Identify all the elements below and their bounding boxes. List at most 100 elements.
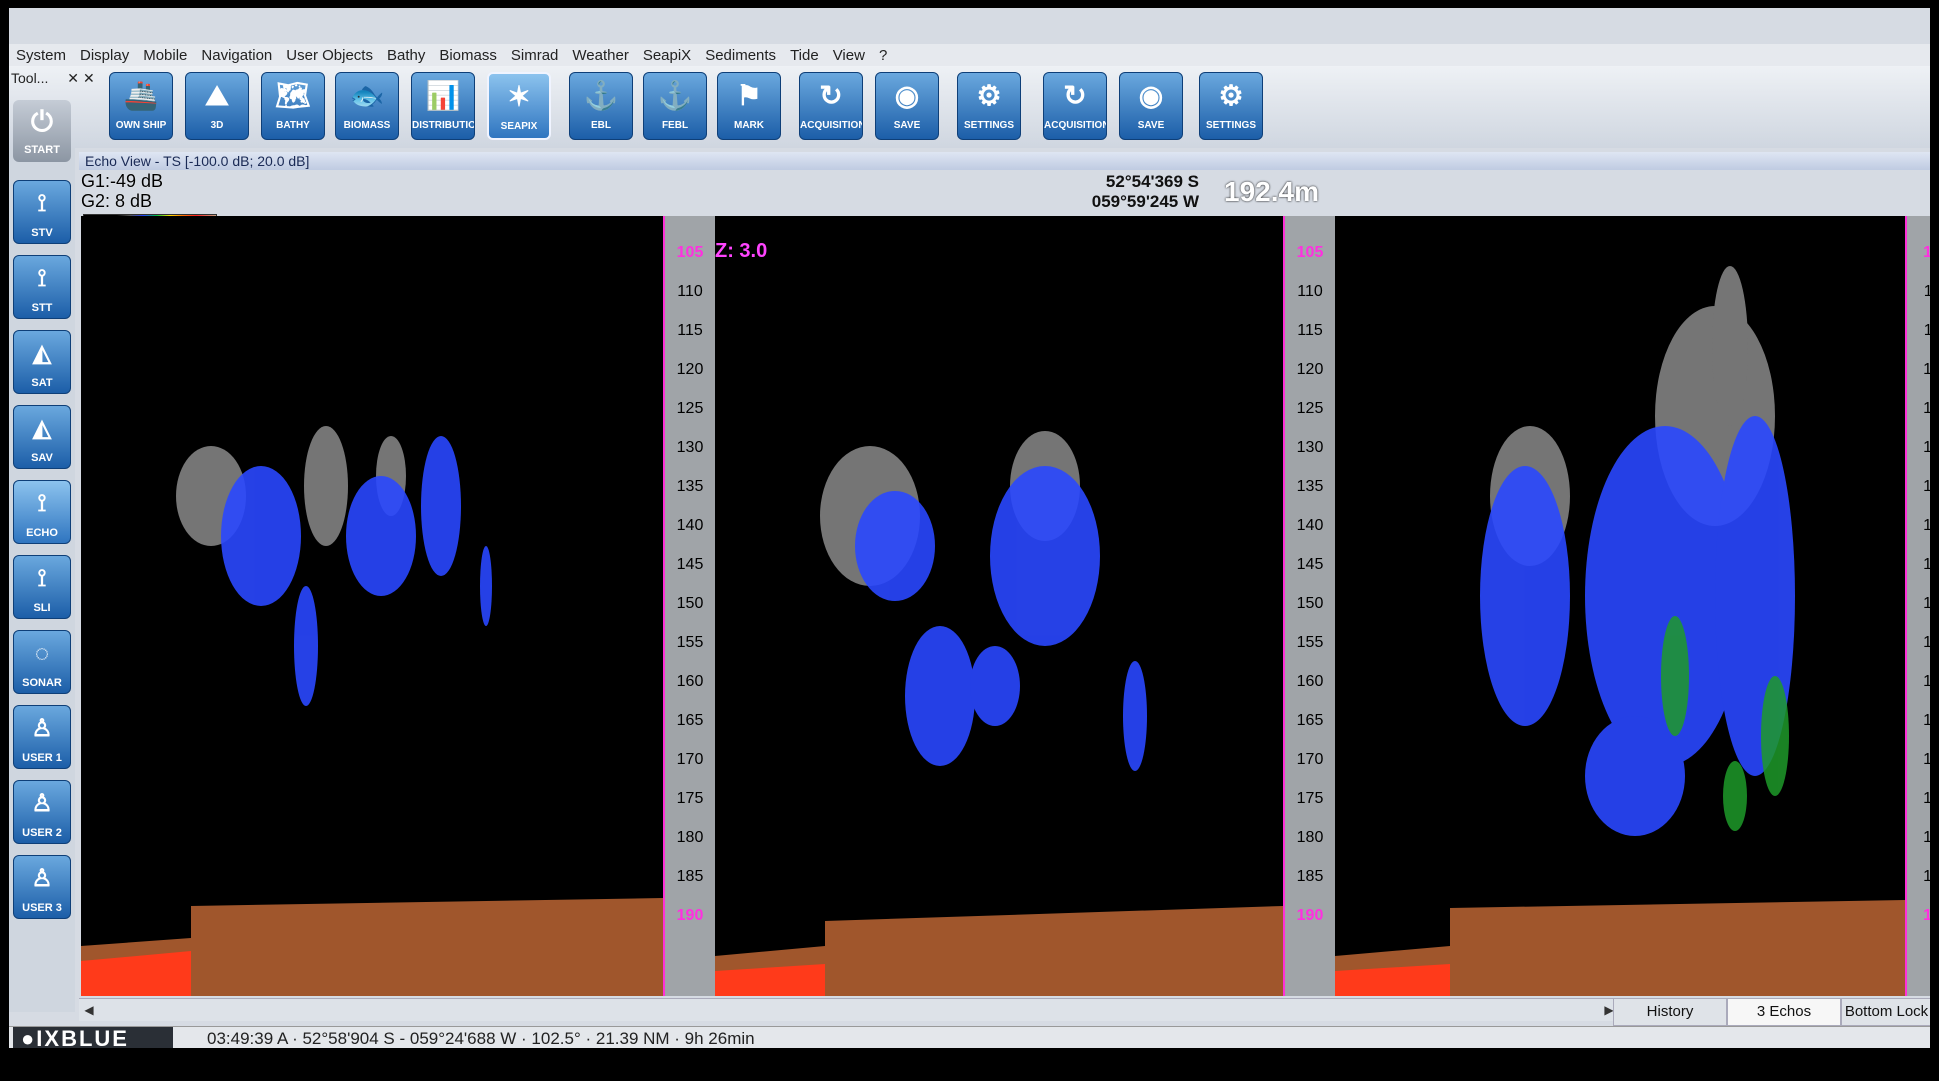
echogram-panel-1[interactable] [81,216,663,996]
3d-icon: ⛰ [205,80,229,111]
sidebar-item-sat[interactable]: ◭ SAT [13,330,71,394]
tab-3-echos[interactable]: 3 Echos [1727,998,1841,1026]
depth-tick: 190 [676,907,704,924]
menu-view[interactable]: View [826,47,872,64]
depth-tick: 130 [1296,439,1324,456]
depth-tick: 170 [1296,751,1324,768]
toolbox-close-icon[interactable]: ✕ [67,70,79,88]
distribution-label: DISTRIBUTION [412,120,474,131]
menu-user-objects[interactable]: User Objects [279,47,380,64]
3d-button[interactable]: ⛰ 3D [185,72,249,140]
menu-weather[interactable]: Weather [565,47,635,64]
sidebar-item-sonar[interactable]: ◌ SONAR [13,630,71,694]
settings-2-label: SETTINGS [1205,120,1256,131]
sidebar-item-sli[interactable]: ⟟ SLI [13,555,71,619]
user2-icon: ♙ [31,790,53,817]
depth-scale-2: 105 110 115 120 125 130 135 140 145 150 155 160 165 1… [1285,216,1335,996]
depth-tick: 16 [1923,712,1930,729]
cursor-latitude: 52°54'369 S [1105,172,1199,191]
depth-tick: 14 [1923,517,1930,534]
save-1-icon: ◉ [894,80,920,111]
menu-navigation[interactable]: Navigation [194,47,279,64]
sidebar-item-user1[interactable]: ♙ USER 1 [13,705,71,769]
menu-sediments[interactable]: Sediments [698,47,783,64]
tab-history[interactable]: History [1613,998,1727,1026]
save-2-button[interactable]: ◉ SAVE [1119,72,1183,140]
start-button[interactable]: ⏻ START [13,100,71,162]
acquisition-2-label: ACQUISITION [1044,120,1107,131]
menu-mobile[interactable]: Mobile [136,47,194,64]
depth-tick: 185 [1296,868,1324,885]
depth-tick: 135 [676,478,704,495]
echogram-panel-2[interactable] [715,216,1283,996]
settings-2-button[interactable]: ⚙ SETTINGS [1199,72,1263,140]
echogram-3-image [1335,266,1905,996]
depth-tick: 165 [676,712,704,729]
toolbox-header: Tool... ✕ [9,70,81,88]
echo-view-title: Echo View - TS [-100.0 dB; 20.0 dB] [79,152,1930,170]
seapix-icon: ✶ [507,81,531,112]
febl-icon: ⚓ [657,80,693,111]
menu-help[interactable]: ? [872,47,894,64]
stt-icon: ⟟ [37,265,47,292]
user1-icon: ♙ [31,715,53,742]
menu-bathy[interactable]: Bathy [380,47,432,64]
depth-tick: 12 [1923,400,1930,417]
distribution-button[interactable]: 📊 DISTRIBUTION [411,72,475,140]
depth-tick: 17 [1923,751,1930,768]
sidebar-item-user3[interactable]: ♙ USER 3 [13,855,71,919]
user3-icon: ♙ [31,865,53,892]
depth-tick: 165 [1296,712,1324,729]
ixblue-logo: ●IXBLUE [13,1027,173,1048]
depth-tick: 13 [1923,439,1930,456]
power-icon: ⏻ [30,106,54,137]
sidebar-item-sav[interactable]: ◭ SAV [13,405,71,469]
sidebar-item-stv[interactable]: ⟟ STV [13,180,71,244]
scroll-left-icon[interactable]: ◀ [79,999,99,1021]
ebl-button[interactable]: ⚓ EBL [569,72,633,140]
febl-button[interactable]: ⚓ FEBL [643,72,707,140]
gain-g1: G1:-49 dB [81,171,164,191]
seapix-button[interactable]: ✶ SEAPIX [487,72,551,140]
distribution-icon: 📊 [425,80,461,111]
echogram-panel-3[interactable] [1335,216,1905,996]
bathy-button[interactable]: 🗺 BATHY [261,72,325,140]
depth-tick: 175 [676,790,704,807]
depth-tick: 115 [677,322,703,339]
save-1-label: SAVE [893,120,921,131]
sidebar-item-label: USER 2 [22,827,62,839]
acquisition-2-button[interactable]: ↻ ACQUISITION [1043,72,1107,140]
depth-tick: 12 [1923,361,1930,378]
sidebar-item-label: SAT [31,377,53,389]
depth-tick: 180 [1296,829,1324,846]
biomass-button[interactable]: 🐟 BIOMASS [335,72,399,140]
sidebar-item-echo[interactable]: ⟟ ECHO [13,480,71,544]
bathy-icon: 🗺 [275,80,311,111]
menu-tide[interactable]: Tide [783,47,826,64]
menu-display[interactable]: Display [73,47,136,64]
cursor-position: 52°54'369 S 059°59'245 W [1049,172,1199,212]
menu-system[interactable]: System [9,47,73,64]
zoom-level: Z: 3.0 [715,240,768,262]
sidebar-item-user2[interactable]: ♙ USER 2 [13,780,71,844]
depth-tick: 110 [1297,283,1323,300]
menu-biomass[interactable]: Biomass [432,47,504,64]
menu-bar: System Display Mobile Navigation User Ob… [9,44,1930,66]
acquisition-1-button[interactable]: ↻ ACQUISITION [799,72,863,140]
menu-seapix[interactable]: SeapiX [636,47,698,64]
mark-button[interactable]: ⚑ MARK [717,72,781,140]
depth-tick: 160 [1296,673,1324,690]
panel-close-icon[interactable]: ✕ [83,70,95,87]
depth-tick: 150 [676,595,704,612]
own-ship-button[interactable]: 🚢 OWN SHIP [109,72,173,140]
depth-tick: 140 [1296,517,1324,534]
save-1-button[interactable]: ◉ SAVE [875,72,939,140]
menu-simrad[interactable]: Simrad [504,47,566,64]
tab-bottom-lock[interactable]: Bottom Lock [1841,998,1930,1026]
left-sidebar: ⏻ START ⟟ STV ⟟ STT ◭ SAT ◭ SAV ⟟ ECHO ⟟ SLI ◌ SONAR ♙… [9,100,75,1012]
sidebar-item-label: STT [31,302,53,314]
settings-1-button[interactable]: ⚙ SETTINGS [957,72,1021,140]
depth-tick: 125 [676,400,704,417]
sidebar-item-label: ECHO [26,527,58,539]
sidebar-item-stt[interactable]: ⟟ STT [13,255,71,319]
